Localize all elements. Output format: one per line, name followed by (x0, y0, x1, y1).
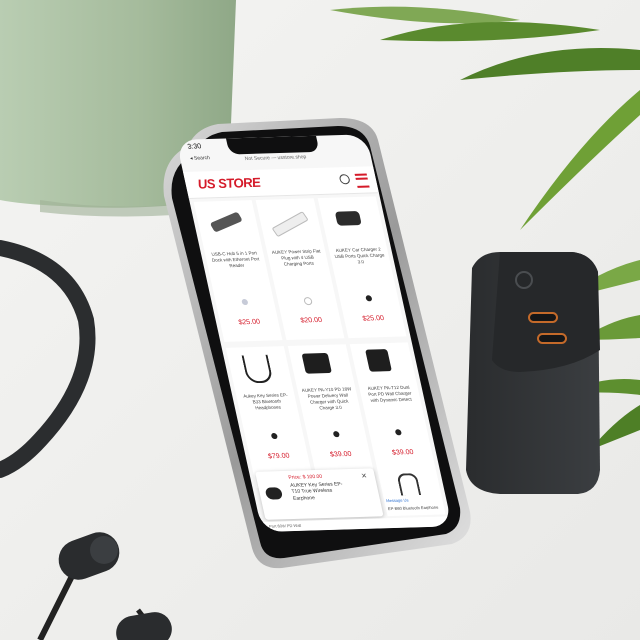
usb-c-charger (466, 252, 600, 494)
product-title[interactable]: Aukey Key Series EP-B33 Bluetooth Headph… (240, 392, 294, 411)
search-icon[interactable] (338, 174, 351, 185)
partial-product-card[interactable]: Message Us EP-B60 Bluetooth Earphone (377, 470, 446, 517)
store-logo[interactable]: US STORE (196, 175, 262, 192)
menu-icon[interactable] (354, 173, 370, 188)
popup-title[interactable]: AUKEY Key Series EP-T10 True Wireless Ea… (290, 481, 350, 501)
status-time: 3:30 (186, 143, 203, 151)
close-icon[interactable]: × (360, 471, 367, 481)
url-text: Not Secure — usstore.shop (244, 154, 307, 163)
product-price: $39.00 (329, 450, 353, 459)
partial-product-title: EP-B60 Bluetooth Earphone (387, 504, 439, 512)
product-price: $25.00 (237, 318, 261, 327)
product-title[interactable]: AUKEY Car Charger 2 USB Ports Quick Char… (333, 247, 387, 266)
earphone-image (396, 473, 422, 496)
earbuds-thumbnail (264, 487, 284, 500)
product-price: $20.00 (299, 316, 323, 325)
car-charger-image (334, 211, 362, 226)
color-dot[interactable] (270, 432, 278, 440)
usb-hub-image (209, 211, 243, 233)
message-us-button[interactable]: Message Us (386, 497, 409, 503)
product-price: $25.00 (361, 314, 385, 323)
headphones-image (241, 354, 274, 384)
product-price: $79.00 (267, 452, 291, 461)
popup-price: Price: $ 100.00 (287, 473, 323, 481)
dual-port-charger-image (365, 349, 392, 372)
store-header: US STORE (183, 166, 379, 199)
footer-text: Port 60W PD Wall (268, 522, 302, 529)
color-dot[interactable] (332, 431, 340, 438)
product-price: $39.00 (391, 448, 415, 457)
color-dot[interactable] (365, 295, 373, 302)
product-title[interactable]: AUKEY PA-T12 Dual Port PD Wall Charger w… (363, 385, 417, 404)
product-title[interactable]: AUKEY PA-Y10 PD 18W Power Delivery Wall … (301, 386, 356, 411)
color-dot[interactable] (241, 298, 249, 306)
product-title[interactable]: USB-C Hub 5 in 1 Port Dock with Ethernet… (209, 250, 263, 269)
product-title[interactable]: AUKEY Power Strip Flat Plug with 4 USB C… (271, 248, 325, 267)
cart-popup[interactable]: Price: $ 100.00 AUKEY Key Series EP-T10 … (255, 468, 384, 520)
color-dot[interactable] (394, 429, 402, 436)
color-dot[interactable] (303, 297, 313, 306)
power-strip-image (271, 211, 309, 238)
back-to-search-link[interactable]: ◂ Search (190, 155, 211, 162)
wall-charger-image (301, 352, 332, 374)
